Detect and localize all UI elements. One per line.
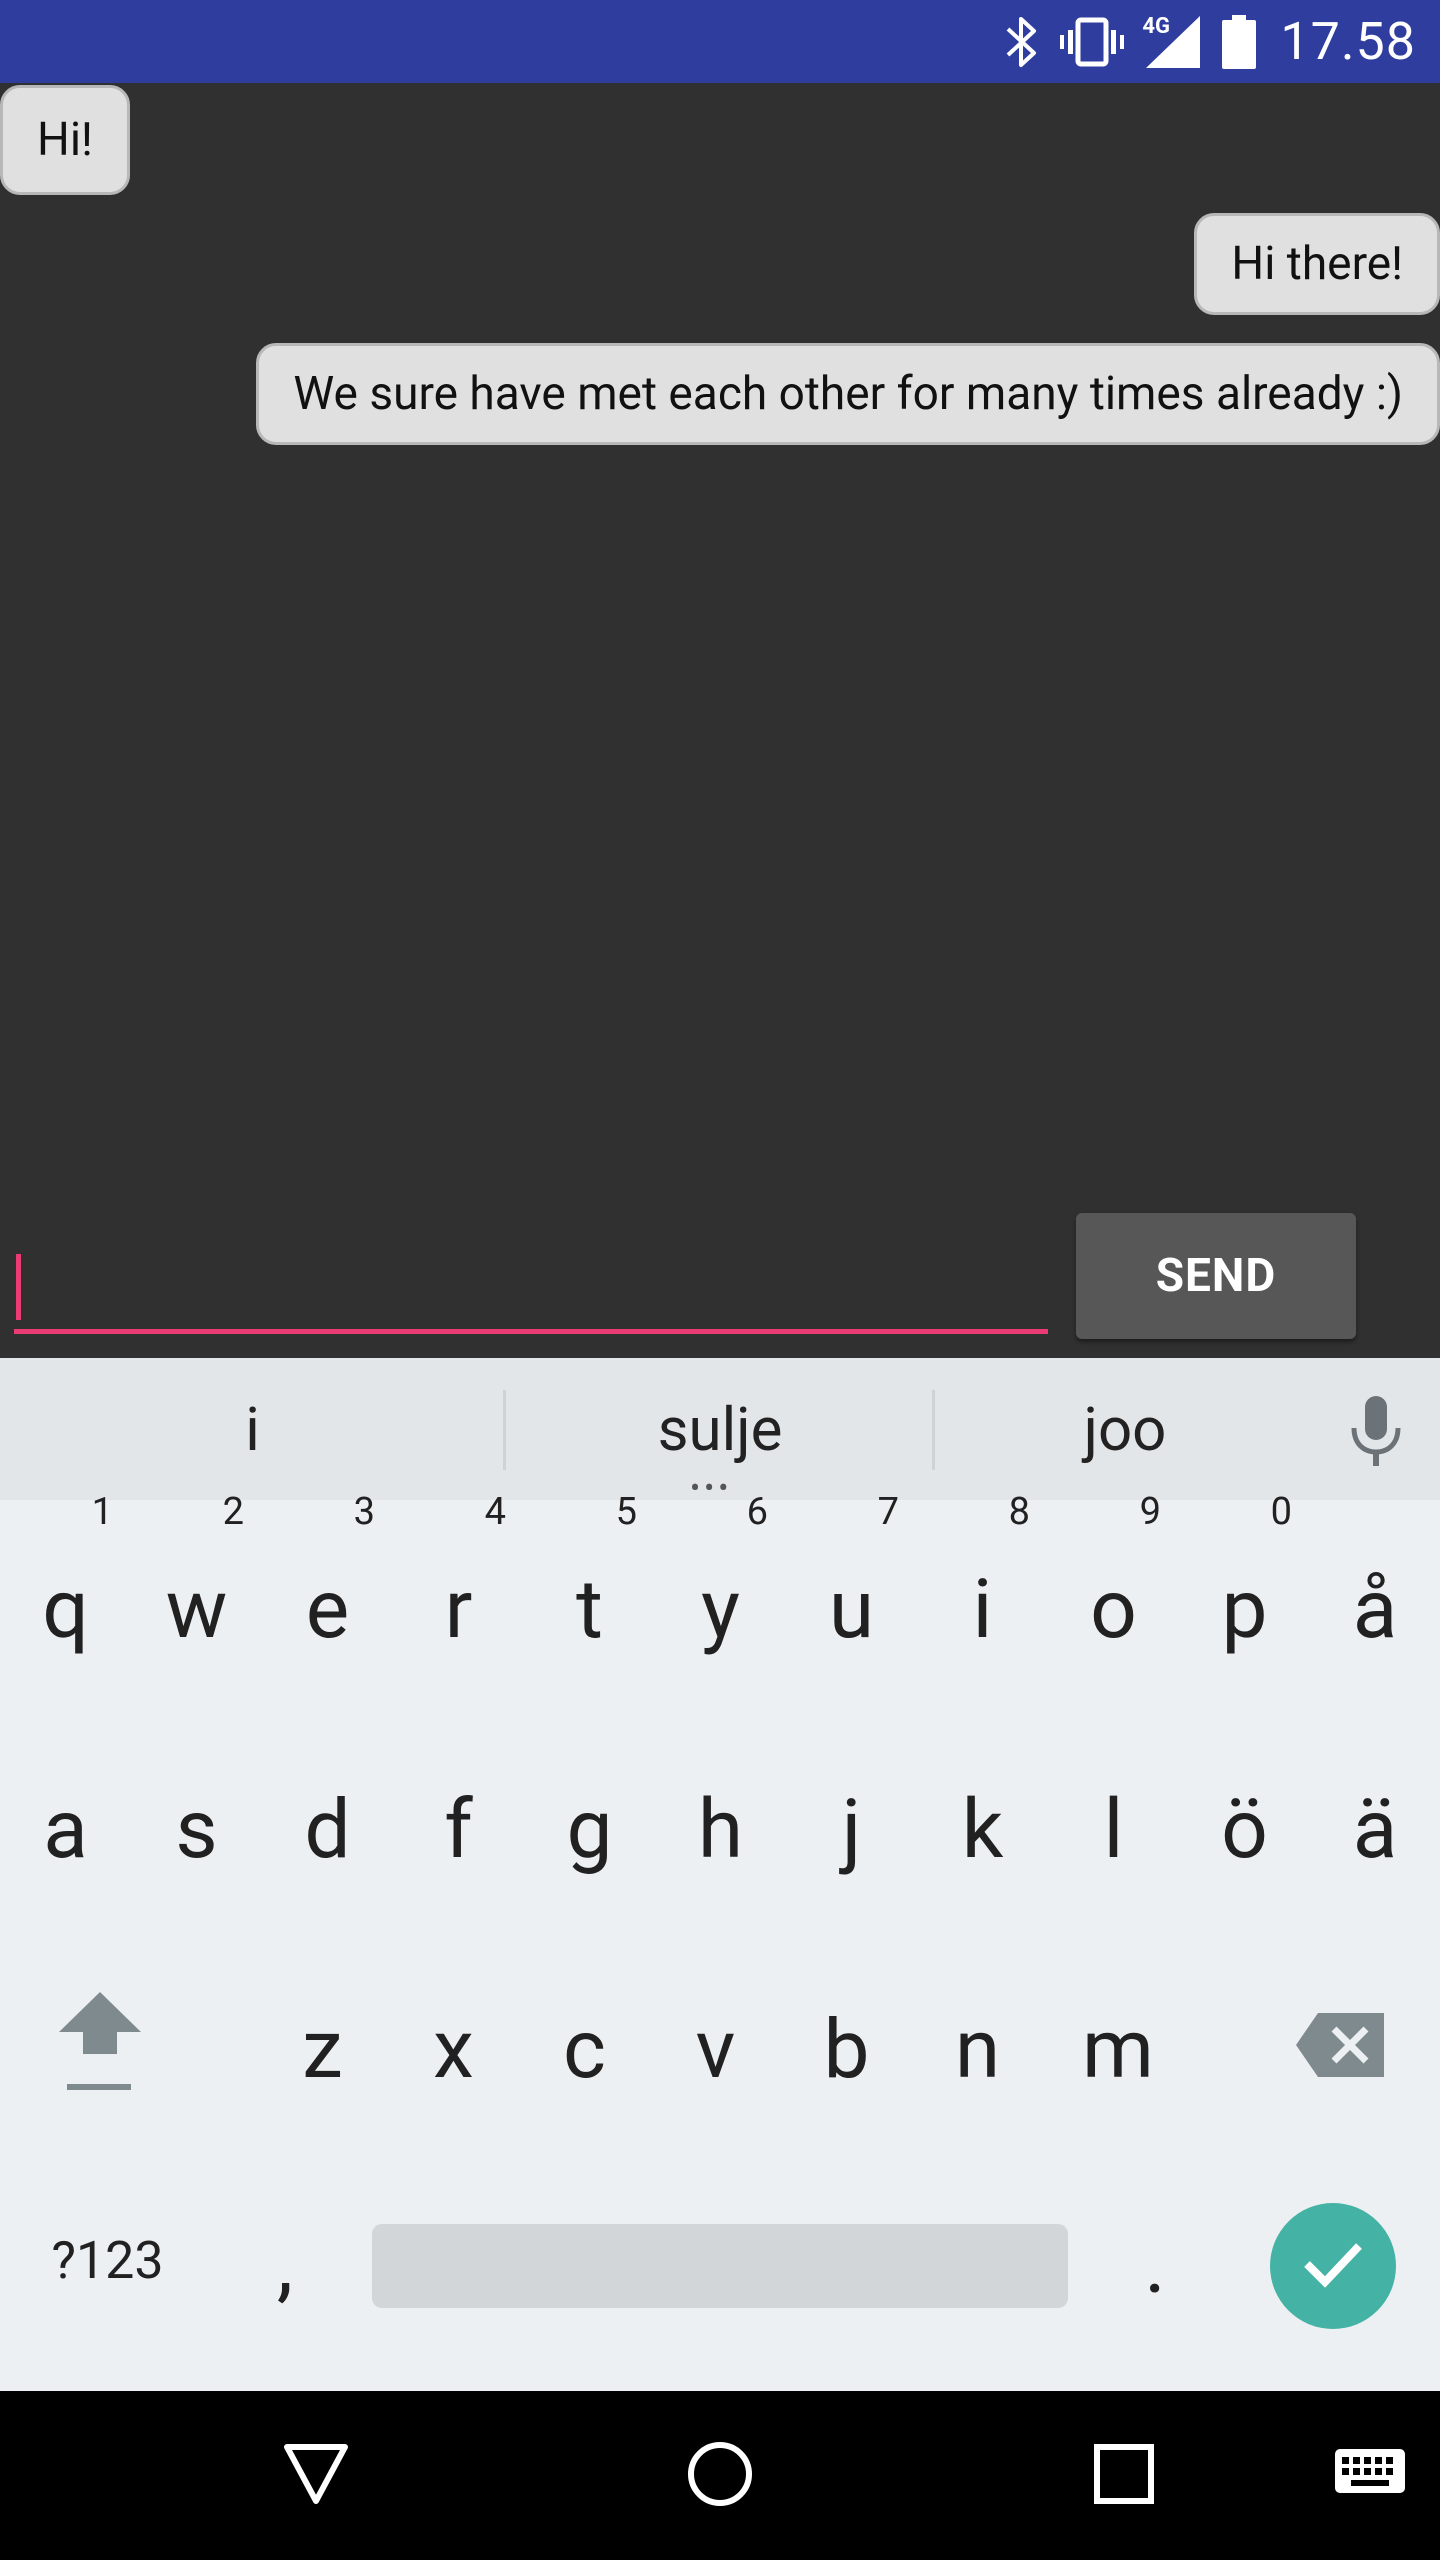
- key-k[interactable]: k: [917, 1720, 1048, 1940]
- key-x[interactable]: x: [388, 1940, 519, 2160]
- key-p[interactable]: p0: [1179, 1490, 1310, 1720]
- key-a-umlaut[interactable]: ä: [1310, 1720, 1440, 1940]
- backspace-icon: [1296, 2002, 1384, 2098]
- home-button[interactable]: [670, 2391, 770, 2560]
- key-t[interactable]: t5: [524, 1490, 655, 1720]
- soft-keyboard: i sulje ••• joo q1 w2 e3 r4 t5 y6 u7 i8 …: [0, 1358, 1440, 2391]
- key-w[interactable]: w2: [131, 1490, 262, 1720]
- key-a-ring[interactable]: å: [1310, 1500, 1440, 1720]
- status-bar: 4G 17.58: [0, 0, 1440, 83]
- enter-key[interactable]: [1270, 2203, 1396, 2329]
- back-triangle-icon: [283, 2443, 349, 2509]
- navigation-bar: [0, 2391, 1440, 2560]
- recents-square-icon: [1093, 2443, 1155, 2509]
- key-q[interactable]: q1: [0, 1490, 131, 1720]
- key-v[interactable]: v: [650, 1940, 781, 2160]
- suggestion-1[interactable]: i: [0, 1358, 505, 1500]
- key-o-umlaut[interactable]: ö: [1179, 1720, 1310, 1940]
- key-s[interactable]: s: [131, 1720, 262, 1940]
- bluetooth-icon: [1004, 15, 1038, 69]
- key-n[interactable]: n: [912, 1940, 1043, 2160]
- key-a[interactable]: a: [0, 1720, 131, 1940]
- message-bubble-outgoing: Hi there!: [1194, 213, 1440, 315]
- message-bubble-outgoing: We sure have met each other for many tim…: [256, 343, 1440, 445]
- chat-messages: Hi! Hi there! We sure have met each othe…: [0, 83, 1440, 1358]
- backspace-key[interactable]: [1240, 1940, 1440, 2160]
- battery-icon: [1222, 14, 1257, 69]
- more-suggestions-dots: •••: [690, 1471, 733, 1506]
- send-button[interactable]: SEND: [1076, 1213, 1356, 1339]
- recents-button[interactable]: [1074, 2391, 1174, 2560]
- vibrate-icon: [1060, 16, 1125, 68]
- key-u[interactable]: u7: [786, 1490, 917, 1720]
- message-bubble-incoming: Hi!: [0, 85, 130, 195]
- text-cursor: [16, 1254, 21, 1320]
- key-i[interactable]: i8: [917, 1490, 1048, 1720]
- network-type-label: 4G: [1142, 13, 1171, 39]
- home-circle-icon: [687, 2441, 753, 2511]
- key-d[interactable]: d: [262, 1720, 393, 1940]
- key-m[interactable]: m: [1043, 1940, 1193, 2160]
- shift-key[interactable]: [0, 1940, 200, 2160]
- period-key[interactable]: .: [1085, 2160, 1225, 2370]
- suggestion-strip: i sulje ••• joo: [0, 1358, 1440, 1506]
- key-j[interactable]: j: [786, 1720, 917, 1940]
- key-g[interactable]: g: [524, 1720, 655, 1940]
- symbols-key[interactable]: ?123: [0, 2160, 215, 2360]
- key-z[interactable]: z: [257, 1940, 388, 2160]
- key-r[interactable]: r4: [393, 1490, 524, 1720]
- input-underline: [14, 1329, 1048, 1334]
- key-b[interactable]: b: [781, 1940, 912, 2160]
- microphone-icon[interactable]: [1348, 1396, 1404, 1472]
- message-input[interactable]: [14, 1230, 1048, 1334]
- suggestion-3[interactable]: joo: [935, 1358, 1315, 1500]
- shift-icon: [55, 1980, 145, 2121]
- keyboard-switch-button[interactable]: [1330, 2391, 1410, 2560]
- key-e[interactable]: e3: [262, 1490, 393, 1720]
- space-bar[interactable]: [372, 2224, 1068, 2308]
- keyboard-icon: [1335, 2448, 1405, 2503]
- back-button[interactable]: [266, 2391, 366, 2560]
- key-h[interactable]: h: [655, 1720, 786, 1940]
- clock: 17.58: [1280, 11, 1416, 72]
- key-l[interactable]: l: [1048, 1720, 1179, 1940]
- comma-key[interactable]: ,: [215, 2160, 355, 2370]
- key-o[interactable]: o9: [1048, 1490, 1179, 1720]
- checkmark-icon: [1303, 2240, 1363, 2292]
- message-composer: SEND: [0, 1200, 1440, 1358]
- key-f[interactable]: f: [393, 1720, 524, 1940]
- key-c[interactable]: c: [519, 1940, 650, 2160]
- key-y[interactable]: y6: [655, 1490, 786, 1720]
- signal-icon: 4G: [1142, 13, 1201, 68]
